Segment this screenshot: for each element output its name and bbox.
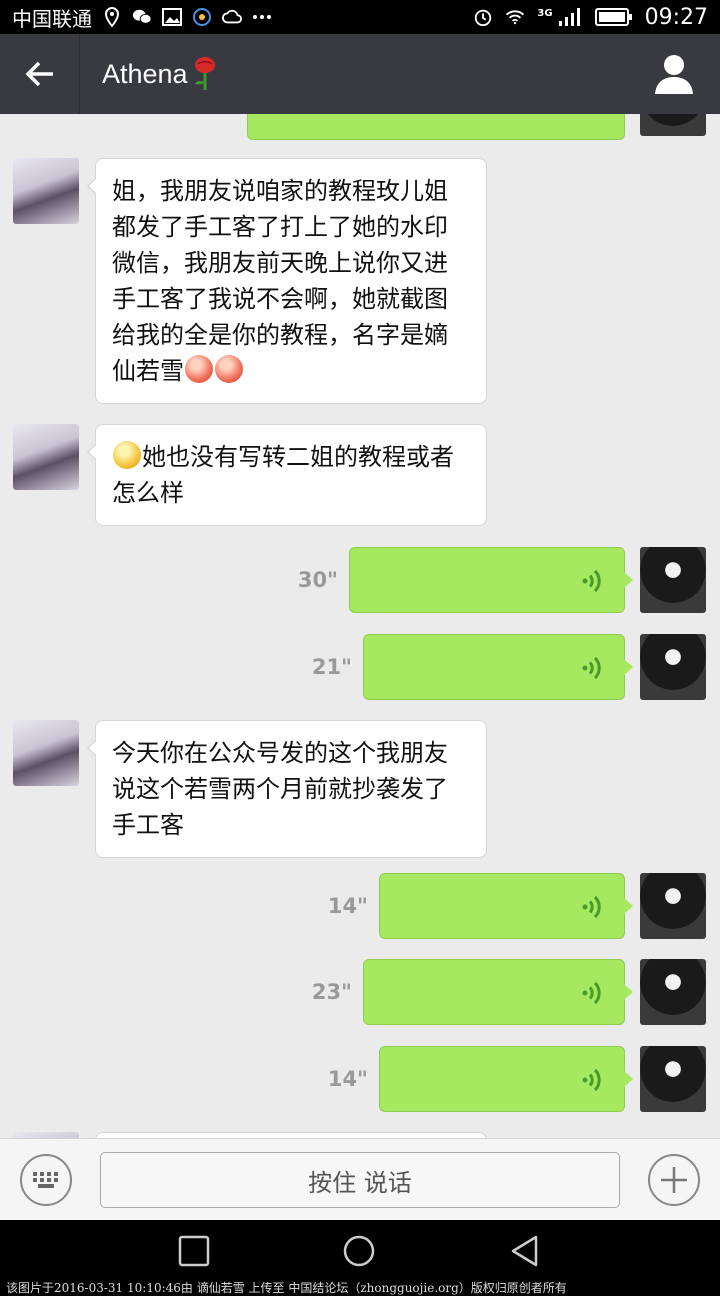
hold-to-talk-button[interactable]: 按住 说话 [100, 1152, 620, 1208]
voice-duration: 14" [327, 1067, 368, 1091]
voice-wave-icon [582, 1068, 601, 1092]
plus-icon [661, 1167, 687, 1193]
image-icon [162, 8, 182, 26]
voice-wave-icon [582, 981, 601, 1005]
alarm-icon [473, 8, 493, 27]
message-text: 她也没有写转二姐的教程或者怎么样 [112, 443, 454, 507]
contact-avatar[interactable] [13, 158, 79, 224]
voice-wave-icon [582, 895, 601, 919]
more-dots-icon [252, 8, 272, 26]
contact-name: Athena [102, 58, 188, 89]
system-nav-bar [0, 1220, 720, 1280]
location-icon [102, 7, 122, 27]
back-button[interactable] [0, 34, 80, 114]
voice-duration: 23" [311, 980, 352, 1004]
voice-message-bubble[interactable] [363, 959, 633, 1025]
message-text: 今天你在公众号发的这个我朋友说这个若雪两个月前就抄袭发了手工客 [112, 739, 448, 839]
profile-button[interactable] [652, 52, 696, 96]
voice-message-partial[interactable] [247, 114, 633, 140]
voice-message-bubble[interactable] [379, 873, 633, 939]
wechat-icon [132, 8, 152, 26]
carrier-label: 中国联通 [12, 6, 92, 31]
voice-message-bubble[interactable] [379, 1046, 633, 1112]
more-options-button[interactable] [648, 1154, 700, 1206]
wifi-icon [505, 8, 525, 26]
contact-avatar[interactable] [13, 424, 79, 490]
voice-duration: 14" [327, 894, 368, 918]
rose-icon [194, 57, 215, 90]
upload-caption: 该图片于2016-03-31 10:10:46由 谪仙若雪 上传至 中国结论坛（… [0, 1280, 720, 1296]
keyboard-toggle-button[interactable] [20, 1154, 72, 1206]
clock-label: 09:27 [644, 4, 708, 30]
keyboard-icon [33, 1172, 58, 1188]
recents-square-icon[interactable] [177, 1234, 211, 1268]
my-avatar[interactable] [640, 547, 706, 613]
home-circle-icon[interactable] [342, 1234, 376, 1268]
chat-header: Athena [0, 34, 720, 114]
voice-message-bubble[interactable] [349, 547, 633, 613]
voice-duration: 21" [311, 655, 352, 679]
contact-avatar[interactable] [13, 720, 79, 786]
my-avatar[interactable] [640, 634, 706, 700]
message-text: 姐，我朋友说咱家的教程玫儿姐都发了手工客了打上了她的水印微信，我朋友前天晚上说你… [112, 177, 448, 385]
voice-message-bubble[interactable] [363, 634, 633, 700]
voice-wave-icon [582, 569, 601, 593]
person-icon [655, 55, 693, 94]
my-avatar[interactable] [640, 114, 706, 136]
voice-duration: 30" [297, 568, 338, 592]
cloud-icon [222, 8, 242, 26]
signal-icon [557, 8, 583, 26]
blush-emoji-icon [185, 355, 213, 383]
text-message-bubble[interactable]: 她也没有写转二姐的教程或者怎么样 [87, 424, 487, 526]
my-avatar[interactable] [640, 1046, 706, 1112]
text-message-bubble[interactable]: 姐，我朋友说咱家的教程玫儿姐都发了手工客了打上了她的水印微信，我朋友前天晚上说你… [87, 158, 487, 404]
chat-title: Athena [102, 56, 218, 92]
back-arrow-icon [25, 61, 53, 87]
network-type-label: 3G [537, 7, 553, 19]
blush-emoji-icon [215, 355, 243, 383]
input-bar: 按住 说话 [0, 1138, 720, 1220]
status-bar: 中国联通 3G 09:27 [0, 0, 720, 34]
my-avatar[interactable] [640, 959, 706, 1025]
hush-emoji-icon [113, 441, 141, 469]
back-triangle-icon[interactable] [508, 1234, 542, 1268]
battery-icon [594, 8, 633, 26]
notify-icon [192, 8, 212, 26]
text-message-bubble[interactable]: 今天你在公众号发的这个我朋友说这个若雪两个月前就抄袭发了手工客 [87, 720, 487, 858]
voice-wave-icon [582, 656, 601, 680]
my-avatar[interactable] [640, 873, 706, 939]
chat-area[interactable]: 姐，我朋友说咱家的教程玫儿姐都发了手工客了打上了她的水印微信，我朋友前天晚上说你… [0, 114, 720, 1138]
